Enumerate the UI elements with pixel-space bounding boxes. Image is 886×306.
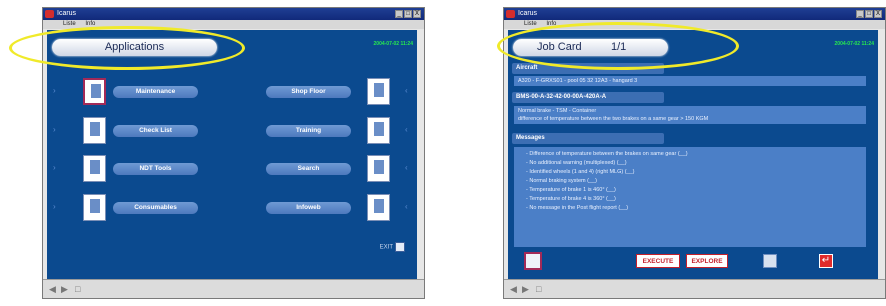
- forward-arrow-icon[interactable]: ▶: [522, 284, 529, 295]
- menu-item-liste[interactable]: Liste: [524, 21, 537, 27]
- maintenance-doc-icon[interactable]: [83, 78, 106, 105]
- message-item[interactable]: - Difference of temperature between the …: [522, 150, 827, 158]
- home-icon[interactable]: [524, 252, 542, 270]
- back-arrow-icon[interactable]: ◀: [510, 284, 517, 295]
- search-button[interactable]: Search: [266, 163, 351, 175]
- task-line: difference of temperature between the tw…: [518, 116, 709, 122]
- messages-list: - Difference of temperature between the …: [522, 150, 827, 213]
- clock-text: 2004-07-02 11:24: [834, 41, 874, 47]
- training-button[interactable]: Training: [266, 125, 351, 137]
- maximize-button[interactable]: □: [865, 10, 873, 18]
- message-item[interactable]: - Temperature of brake 1 is 460° (__): [522, 186, 827, 194]
- minimize-button[interactable]: _: [856, 10, 864, 18]
- consumables-button[interactable]: Consumables: [113, 202, 198, 214]
- chevron-left-icon: ‹: [405, 86, 408, 95]
- consumables-doc-icon[interactable]: [83, 194, 106, 221]
- message-item[interactable]: - Identified wheels (1 and 4) (right MLG…: [522, 168, 827, 176]
- message-item[interactable]: - No message in the Post flight report (…: [522, 204, 827, 212]
- window-title: Icarus: [518, 10, 538, 17]
- exit-control[interactable]: EXIT: [380, 242, 405, 252]
- menu-item-liste[interactable]: Liste: [63, 21, 76, 27]
- chevron-right-icon: ›: [53, 163, 56, 172]
- clock-text: 2004-07-02 11:24: [373, 41, 413, 47]
- task-line: Normal brake - TSM - Container: [518, 108, 597, 114]
- exit-box-icon: [395, 242, 405, 252]
- close-button[interactable]: X: [874, 10, 882, 18]
- page-icon[interactable]: □: [536, 284, 541, 294]
- task-description: Normal brake - TSM - Container differenc…: [514, 106, 866, 124]
- search-doc-icon[interactable]: [367, 155, 390, 182]
- return-arrow-icon[interactable]: ↵: [819, 254, 833, 268]
- chevron-right-icon: ›: [53, 202, 56, 211]
- minimize-button[interactable]: _: [395, 10, 403, 18]
- chevron-left-icon: ‹: [405, 202, 408, 211]
- shop-floor-button[interactable]: Shop Floor: [266, 86, 351, 98]
- chevron-right-icon: ›: [53, 125, 56, 134]
- chevron-left-icon: ‹: [405, 125, 408, 134]
- app-logo-icon: [506, 10, 515, 18]
- window-controls: _ □ X: [395, 10, 421, 18]
- shop-floor-doc-icon[interactable]: [367, 78, 390, 105]
- highlight-ellipse: [9, 26, 245, 70]
- infoweb-button[interactable]: Infoweb: [266, 202, 351, 214]
- maximize-button[interactable]: □: [404, 10, 412, 18]
- message-item[interactable]: - Temperature of brake 4 is 360° (__): [522, 195, 827, 203]
- training-doc-icon[interactable]: [367, 117, 390, 144]
- ndt-tools-button[interactable]: NDT Tools: [113, 163, 198, 175]
- highlight-ellipse: [497, 22, 739, 70]
- window-controls: _ □ X: [856, 10, 882, 18]
- forward-arrow-icon[interactable]: ▶: [61, 284, 68, 295]
- chevron-right-icon: ›: [53, 86, 56, 95]
- task-code-label: BMS-00-A-32-42-00-00A-420A-A: [512, 92, 664, 103]
- back-arrow-icon[interactable]: ◀: [49, 284, 56, 295]
- aircraft-value-text: A320 - F-GRXS01 - pool 05 32 12A3 - hang…: [518, 78, 638, 84]
- infoweb-doc-icon[interactable]: [367, 194, 390, 221]
- checklist-button[interactable]: Check List: [113, 125, 198, 137]
- explore-button[interactable]: EXPLORE: [686, 254, 728, 268]
- chevron-left-icon: ‹: [405, 163, 408, 172]
- aircraft-value: A320 - F-GRXS01 - pool 05 32 12A3 - hang…: [514, 76, 866, 86]
- messages-label: Messages: [512, 133, 664, 144]
- page-icon[interactable]: □: [75, 284, 80, 294]
- ndt-tools-doc-icon[interactable]: [83, 155, 106, 182]
- title-bar: Icarus _ □ X: [504, 8, 885, 20]
- status-bar: ◀ ▶ □: [43, 279, 424, 298]
- maintenance-button[interactable]: Maintenance: [113, 86, 198, 98]
- close-button[interactable]: X: [413, 10, 421, 18]
- title-bar: Icarus _ □ X: [43, 8, 424, 20]
- app-logo-icon: [45, 10, 54, 18]
- checklist-doc-icon[interactable]: [83, 117, 106, 144]
- window-title: Icarus: [57, 10, 77, 17]
- exit-label: EXIT: [379, 244, 393, 251]
- execute-button[interactable]: EXECUTE: [636, 254, 680, 268]
- message-item[interactable]: - Normal braking system (__): [522, 177, 827, 185]
- status-bar: ◀ ▶ □: [504, 279, 885, 298]
- calculator-icon[interactable]: [763, 254, 777, 268]
- message-item[interactable]: - No additional warning (multiplexed) (_…: [522, 159, 827, 167]
